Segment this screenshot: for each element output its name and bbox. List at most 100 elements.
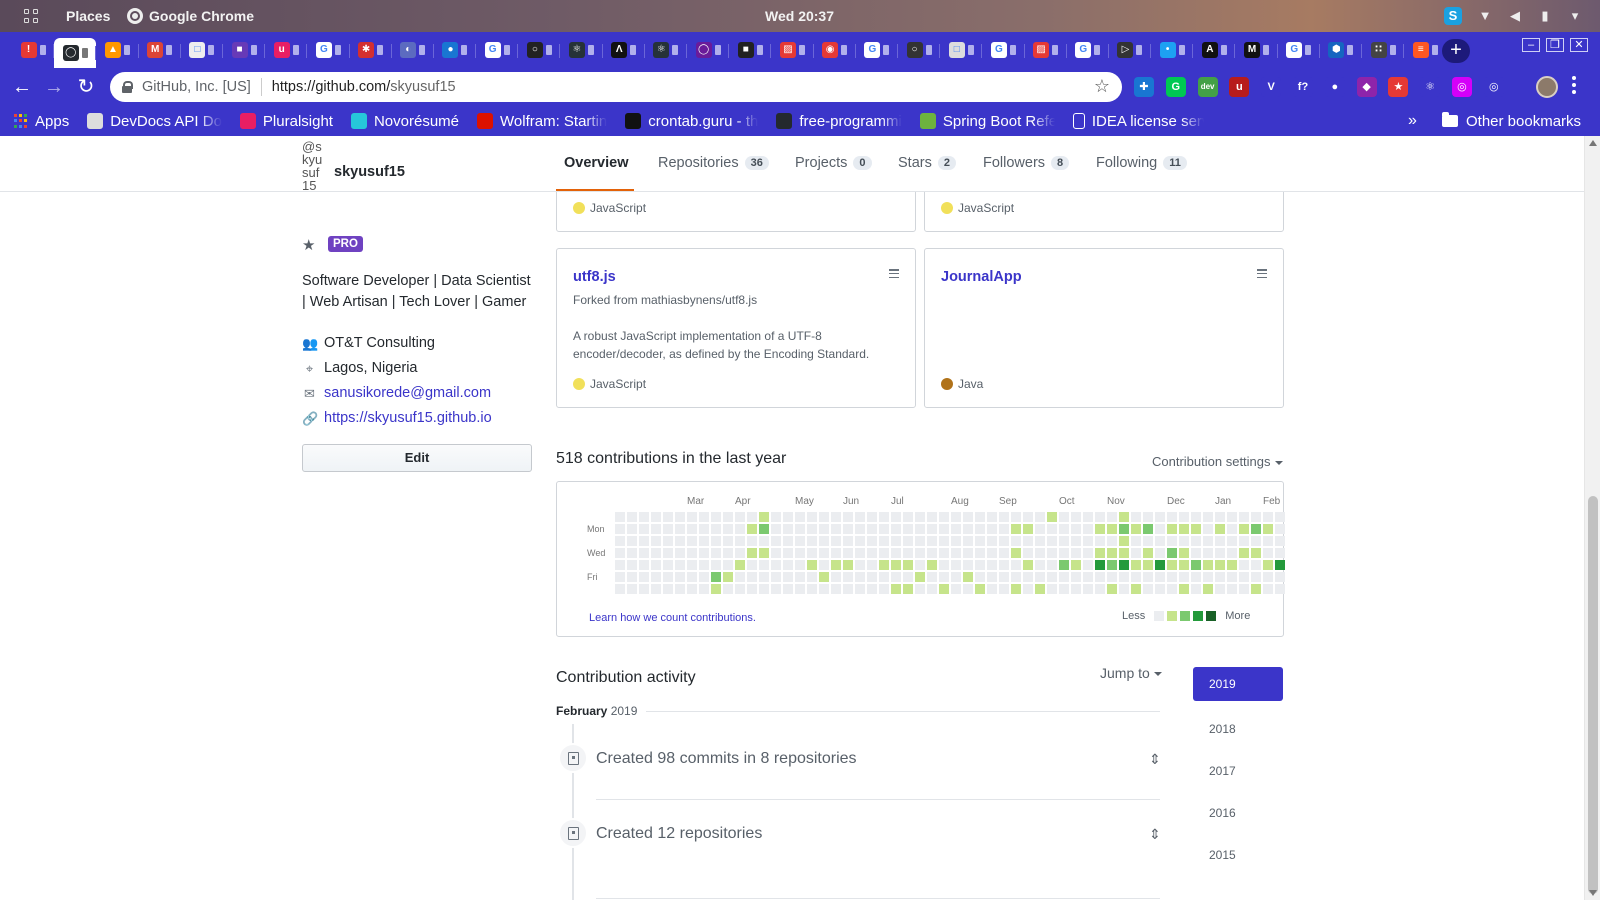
contribution-day[interactable] (1119, 512, 1129, 522)
contribution-day[interactable] (927, 512, 937, 522)
browser-tab[interactable]: ○ (898, 36, 941, 64)
contribution-day[interactable] (1095, 572, 1105, 582)
extension-icon[interactable]: f? (1292, 77, 1313, 97)
contribution-day[interactable] (843, 584, 853, 594)
contribution-day[interactable] (627, 512, 637, 522)
browser-tab[interactable]: u (265, 36, 308, 64)
contribution-day[interactable] (711, 536, 721, 546)
contribution-day[interactable] (615, 524, 625, 534)
contribution-day[interactable] (723, 572, 733, 582)
repo-title-link[interactable]: JournalApp (941, 269, 1022, 285)
contribution-day[interactable] (939, 548, 949, 558)
unfold-icon[interactable]: ⇕ (1148, 751, 1162, 767)
contribution-day[interactable] (1047, 560, 1057, 570)
contribution-day[interactable] (735, 512, 745, 522)
browser-tab[interactable]: ◐ (392, 36, 434, 64)
contribution-day[interactable] (1167, 560, 1177, 570)
contribution-day[interactable] (723, 560, 733, 570)
contribution-day[interactable] (747, 512, 757, 522)
contribution-day[interactable] (1071, 524, 1081, 534)
contribution-day[interactable] (819, 572, 829, 582)
volume-icon[interactable]: ◀ (1508, 9, 1522, 23)
contribution-day[interactable] (1227, 512, 1237, 522)
contribution-day[interactable] (771, 536, 781, 546)
contribution-day[interactable] (615, 512, 625, 522)
contribution-day[interactable] (1083, 524, 1093, 534)
contribution-day[interactable] (1203, 524, 1213, 534)
contribution-day[interactable] (1143, 572, 1153, 582)
contribution-day[interactable] (1215, 560, 1225, 570)
browser-tab[interactable]: ▲ (96, 36, 139, 64)
contribution-day[interactable] (687, 584, 697, 594)
contribution-day[interactable] (1107, 548, 1117, 558)
contribution-day[interactable] (807, 536, 817, 546)
contribution-day[interactable] (1275, 536, 1285, 546)
contribution-day[interactable] (747, 524, 757, 534)
contribution-day[interactable] (951, 560, 961, 570)
contribution-day[interactable] (1023, 524, 1033, 534)
power-icon[interactable]: ▮ (1538, 9, 1552, 23)
contribution-day[interactable] (1119, 560, 1129, 570)
contribution-day[interactable] (711, 524, 721, 534)
contribution-day[interactable] (891, 572, 901, 582)
contribution-day[interactable] (975, 548, 985, 558)
contribution-day[interactable] (891, 512, 901, 522)
contribution-day[interactable] (915, 572, 925, 582)
browser-tab[interactable]: ⬢ (1320, 36, 1362, 64)
tab-overview[interactable]: Overview (564, 155, 629, 171)
browser-tab[interactable]: ■ (729, 36, 772, 64)
contribution-day[interactable] (1047, 524, 1057, 534)
contribution-day[interactable] (759, 524, 769, 534)
browser-tab[interactable]: ▨ (771, 36, 814, 64)
contribution-day[interactable] (699, 560, 709, 570)
contribution-day[interactable] (711, 572, 721, 582)
contribution-day[interactable] (1275, 548, 1285, 558)
browser-tab[interactable]: ◯ (54, 38, 97, 68)
browser-tab[interactable]: M (139, 36, 181, 64)
contribution-day[interactable] (1023, 536, 1033, 546)
contribution-day[interactable] (915, 584, 925, 594)
contribution-day[interactable] (963, 560, 973, 570)
contribution-day[interactable] (1191, 572, 1201, 582)
browser-tab[interactable]: ● (434, 36, 477, 64)
contribution-day[interactable] (987, 524, 997, 534)
grabber-icon[interactable] (889, 269, 899, 278)
close-icon[interactable]: ✕ (1570, 38, 1588, 52)
contribution-day[interactable] (639, 572, 649, 582)
back-arrow-icon[interactable]: ← (12, 77, 32, 97)
extension-icon[interactable]: dev (1197, 77, 1218, 97)
contribution-day[interactable] (735, 524, 745, 534)
jump-to-dropdown[interactable]: Jump to (1100, 665, 1162, 681)
browser-tab[interactable]: G (307, 36, 350, 64)
contribution-day[interactable] (1083, 584, 1093, 594)
contribution-day[interactable] (963, 524, 973, 534)
browser-tab[interactable]: • (1151, 36, 1194, 64)
contribution-day[interactable] (1251, 512, 1261, 522)
contribution-day[interactable] (783, 572, 793, 582)
contribution-day[interactable] (999, 584, 1009, 594)
activities-grid-icon[interactable] (24, 9, 38, 23)
contribution-day[interactable] (831, 524, 841, 534)
contribution-day[interactable] (903, 572, 913, 582)
contribution-day[interactable] (699, 548, 709, 558)
contribution-day[interactable] (999, 512, 1009, 522)
contribution-day[interactable] (795, 512, 805, 522)
contribution-day[interactable] (1131, 584, 1141, 594)
contribution-day[interactable] (615, 548, 625, 558)
contribution-day[interactable] (675, 512, 685, 522)
bookmark-item[interactable]: Spring Boot Refe (919, 113, 1055, 130)
contribution-day[interactable] (867, 572, 877, 582)
contribution-day[interactable] (1059, 524, 1069, 534)
profile-avatar[interactable] (1536, 76, 1558, 98)
contribution-day[interactable] (843, 572, 853, 582)
contribution-day[interactable] (1215, 548, 1225, 558)
contribution-day[interactable] (927, 572, 937, 582)
browser-tab[interactable]: ✱ (350, 36, 392, 64)
contribution-day[interactable] (1095, 524, 1105, 534)
contribution-day[interactable] (747, 536, 757, 546)
contribution-day[interactable] (1215, 512, 1225, 522)
contribution-day[interactable] (1011, 536, 1021, 546)
contribution-day[interactable] (615, 584, 625, 594)
contribution-day[interactable] (1143, 524, 1153, 534)
contribution-day[interactable] (1143, 536, 1153, 546)
